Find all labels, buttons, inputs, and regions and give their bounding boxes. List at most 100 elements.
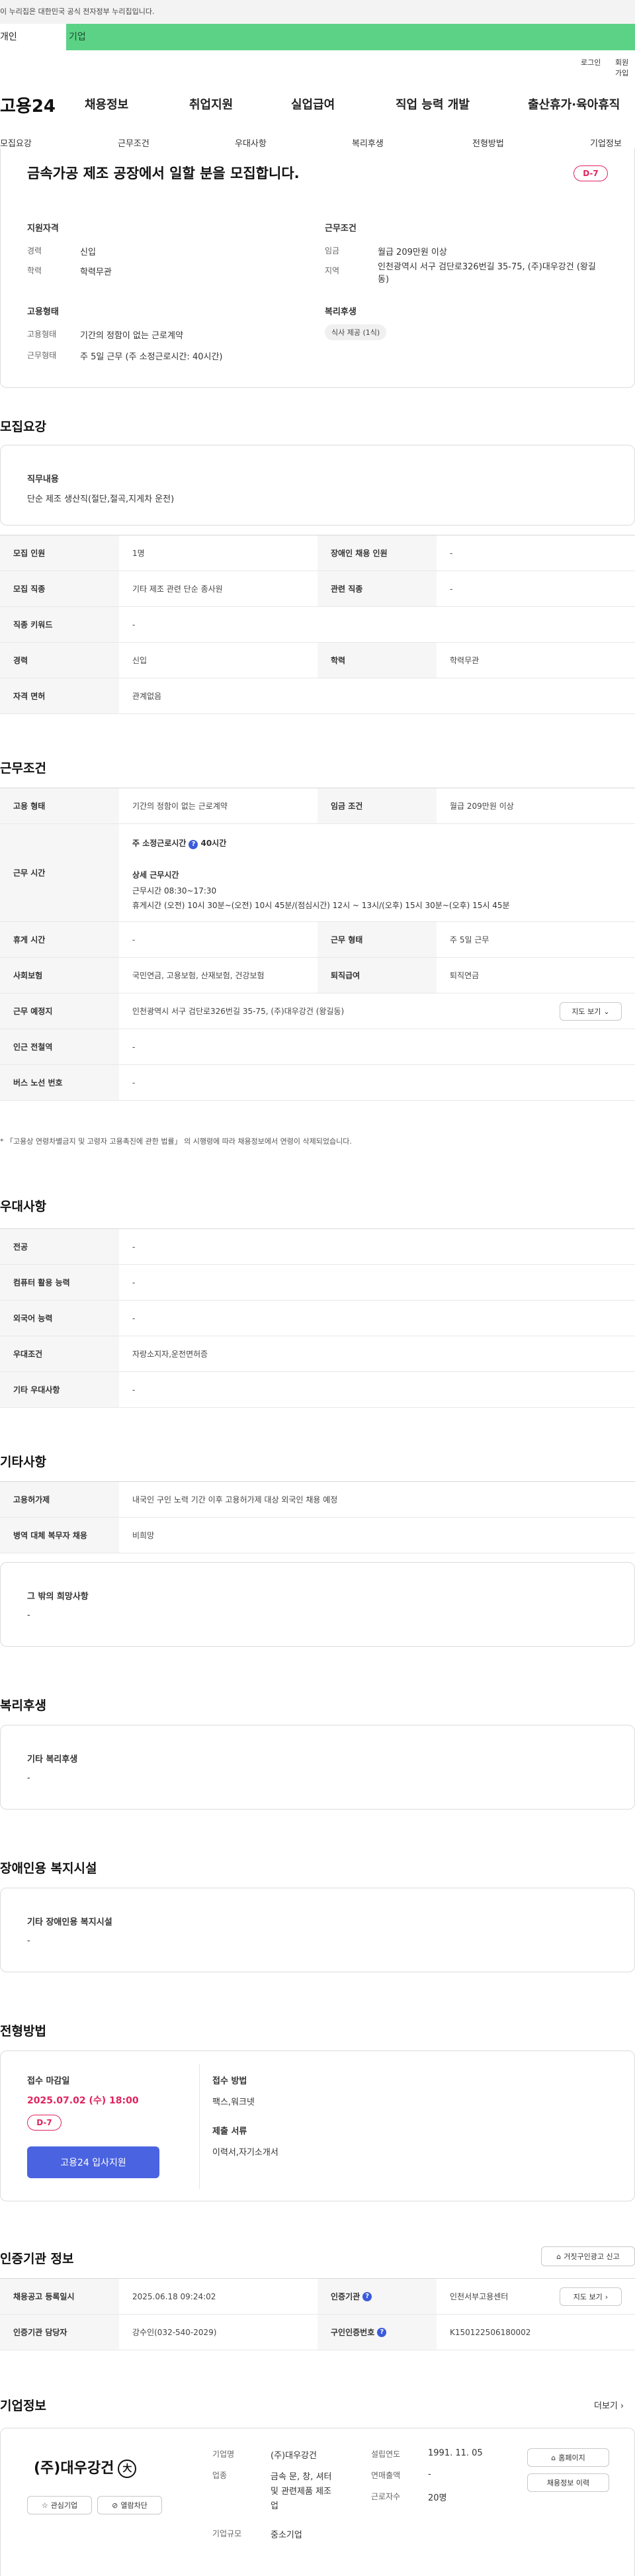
snb-welfare[interactable]: 복리후생 xyxy=(352,136,384,149)
company-logo: (주)대우강건 大 xyxy=(34,2456,137,2478)
cond-title: 근무조건 xyxy=(325,224,357,234)
table-row: 고용허가제 내국인 구인 노력 기간 이후 고용허가제 대상 외국인 채용 예정 xyxy=(0,1482,635,1518)
row-value: 비희망 xyxy=(132,1531,155,1540)
duty-card: 직무내용 단순 제조 생산직(절단,절곡,지게차 운전) xyxy=(0,445,635,526)
snb-preference[interactable]: 우대사항 xyxy=(235,136,267,149)
est-label: 설립연도 xyxy=(371,2450,401,2459)
row-value: 기간의 정함이 없는 근로계약 xyxy=(132,802,228,811)
gnb-item-employment[interactable]: 취업지원 xyxy=(189,95,233,113)
row-label: 외국어 능력 xyxy=(0,1301,119,1336)
row-value: - xyxy=(132,935,136,944)
gnb-item-unemployment[interactable]: 실업급여 xyxy=(291,95,335,113)
help-icon[interactable]: ? xyxy=(362,2291,372,2301)
row-value: K150122506180002 xyxy=(450,2327,531,2337)
snb-company[interactable]: 기업정보 xyxy=(590,136,622,149)
apply-button[interactable]: 고용24 입사지원 xyxy=(27,2146,159,2178)
block-button-label: 열람차단 xyxy=(120,2501,148,2510)
table-row: 외국어 능력 - xyxy=(0,1301,635,1336)
worktype-value: 주 5일 근무 (주 소정근로시간: 40시간) xyxy=(80,352,223,362)
row-label: 고용 형태 xyxy=(0,788,119,823)
row-label: 근무 형태 xyxy=(318,922,437,957)
process-heading: 전형방법 xyxy=(0,2024,46,2039)
welfare-card: 기타 복리후생 - xyxy=(0,1725,635,1810)
row-value: 인천광역시 서구 검단로326번길 35-75, (주)대우강건 (왕길동) xyxy=(132,1007,345,1016)
cert-map-button-label: 지도 보기 xyxy=(573,2293,603,2301)
row-label: 근무 예정지 xyxy=(0,993,119,1029)
size-label: 기업규모 xyxy=(212,2529,242,2538)
method-title: 접수 방법 xyxy=(212,2076,247,2086)
row-value: 신입 xyxy=(132,656,148,665)
map-button[interactable]: 지도 보기 ⌄ xyxy=(560,1002,622,1021)
report-button[interactable]: ⌂ 거짓구인광고 신고 xyxy=(541,2246,635,2266)
report-button-label: 거짓구인광고 신고 xyxy=(564,2252,620,2261)
homepage-button[interactable]: ⌂ 홈페이지 xyxy=(527,2448,609,2467)
table-row: 근무 시간 주 소정근로시간? 40시간 상세 근무시간 근무시간 08:30~1… xyxy=(0,824,635,922)
help-icon[interactable]: ? xyxy=(189,840,198,849)
site-logo[interactable]: 고용24 xyxy=(0,93,56,117)
duty-title: 직무내용 xyxy=(27,475,59,484)
table-row: 버스 노선 번호 - xyxy=(0,1065,635,1101)
tab-personal[interactable]: 개인 xyxy=(0,24,66,50)
etc-heading: 기타사항 xyxy=(0,1455,46,1469)
disabled-box-title: 기타 장애인용 복지시설 xyxy=(27,1917,112,1927)
work-heading: 근무조건 xyxy=(0,761,46,776)
welfare-heading: 복리후생 xyxy=(0,1698,46,1713)
employees-label: 근로자수 xyxy=(371,2492,401,2501)
detail-hours-2: 휴게시간 (오전) 10시 30분~(오전) 10시 45분/(점심시간) 12… xyxy=(132,901,510,910)
snb-recruit[interactable]: 모집요강 xyxy=(0,136,32,149)
recruit-heading: 모집요강 xyxy=(0,420,46,434)
company-heading: 기업정보 xyxy=(0,2399,46,2413)
snb-conditions[interactable]: 근무조건 xyxy=(118,136,149,149)
row-label: 기타 우대사항 xyxy=(0,1372,119,1407)
emptype-value: 기간의 정함이 없는 근로계약 xyxy=(80,331,183,341)
gnb-item-leave[interactable]: 출산휴가·육아휴직 xyxy=(528,95,620,113)
table-row: 채용공고 등록일시 2025.06.18 09:24:02 인증기관? 인천서부… xyxy=(0,2279,635,2315)
row-label: 관련 직종 xyxy=(318,571,437,606)
apply-button-label: 고용24 입사지원 xyxy=(60,2158,126,2168)
table-row: 컴퓨터 활용 능력 - xyxy=(0,1265,635,1301)
company-card: (주)대우강건 大 ☆ 관심기업 ⊘ 열람차단 기업명 (주)대우강건 업종 금속 문… xyxy=(0,2428,635,2576)
chevron-down-icon: ⌄ xyxy=(603,1007,610,1016)
emp-title: 고용형태 xyxy=(27,307,59,317)
snb-process[interactable]: 전형방법 xyxy=(472,136,504,149)
deadline-value: 2025.07.02 (수) 18:00 xyxy=(27,2095,139,2106)
industry-value-1: 금속 문, 창, 셔터 xyxy=(271,2472,332,2482)
region-label: 지역 xyxy=(325,266,340,275)
row-value: - xyxy=(450,584,453,594)
row-value: 강수인(032-540-2029) xyxy=(132,2328,217,2337)
row-value: 1명 xyxy=(132,549,145,558)
homepage-button-label: 홈페이지 xyxy=(558,2454,585,2462)
row-value: - xyxy=(132,1277,136,1287)
summary-card: 금속가공 제조 공장에서 일할 분을 모집합니다. D-7 지원자격 경력 신입… xyxy=(0,148,635,388)
cert-map-button[interactable]: 지도 보기 › xyxy=(560,2287,622,2306)
block-button[interactable]: ⊘ 열람차단 xyxy=(97,2496,162,2514)
edu-label: 학력 xyxy=(27,266,42,275)
join-link[interactable]: 회원가입 xyxy=(615,57,635,78)
table-row: 모집 인원 1명 장애인 채용 인원 - xyxy=(0,535,635,571)
fav-company-button[interactable]: ☆ 관심기업 xyxy=(27,2496,92,2514)
cert-number-label: 구인인증번호 xyxy=(331,2328,375,2337)
history-button[interactable]: 채용정보 이력 xyxy=(527,2473,609,2492)
size-value: 중소기업 xyxy=(271,2530,302,2540)
gnb-item-jobs[interactable]: 채용정보 xyxy=(85,95,128,113)
table-row: 사회보험 국민연금, 고용보험, 산재보험, 건강보험 퇴직급여 퇴직연금 xyxy=(0,958,635,993)
sales-value: - xyxy=(428,2469,431,2479)
help-icon[interactable]: ? xyxy=(377,2327,387,2337)
block-icon: ⊘ xyxy=(112,2501,118,2510)
pref-heading: 우대사항 xyxy=(0,1199,46,1214)
more-link[interactable]: 더보기 › xyxy=(594,2399,624,2411)
row-value: 관계없음 xyxy=(132,692,162,701)
row-value: - xyxy=(132,620,136,629)
industry-value-2: 및 관련제품 제조 xyxy=(271,2487,331,2497)
process-card: 접수 마감일 2025.07.02 (수) 18:00 D-7 고용24 입사지… xyxy=(0,2050,635,2201)
hope-value: - xyxy=(27,1610,30,1620)
gnb-item-training[interactable]: 직업 능력 개발 xyxy=(396,95,470,113)
table-row: 기타 우대사항 - xyxy=(0,1372,635,1408)
row-label: 채용공고 등록일시 xyxy=(0,2279,119,2314)
row-label: 인증기관? xyxy=(318,2279,437,2314)
etc-table: 고용허가제 내국인 구인 노력 기간 이후 고용허가제 대상 외국인 채용 예정 … xyxy=(0,1481,635,1553)
gov-banner: 이 누리집은 대한민국 공식 전자정부 누리집입니다. xyxy=(0,0,635,24)
login-link[interactable]: 로그인 xyxy=(581,57,601,68)
row-label: 컴퓨터 활용 능력 xyxy=(0,1265,119,1300)
tab-company[interactable]: 기업 xyxy=(66,24,635,50)
